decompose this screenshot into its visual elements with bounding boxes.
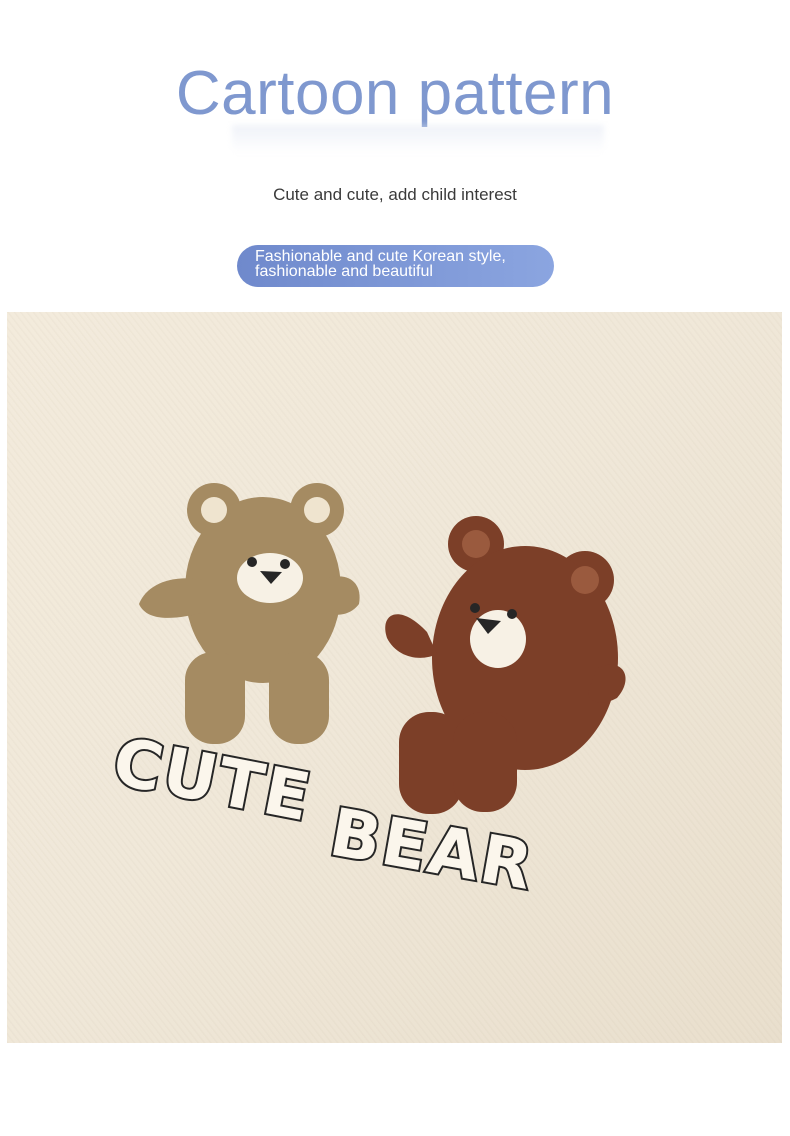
- feature-badge-text: Fashionable and cute Korean style, fashi…: [255, 248, 506, 280]
- bear-print-illustration: CUTE BEAR: [105, 483, 626, 907]
- page-title: Cartoon pattern: [175, 59, 615, 128]
- title-area: Cartoon pattern: [0, 54, 790, 134]
- bear-left: [139, 483, 360, 744]
- feature-badge: Fashionable and cute Korean style, fashi…: [237, 245, 554, 287]
- print-word-bear: BEAR: [324, 794, 540, 905]
- subtitle: Cute and cute, add child interest: [273, 185, 517, 204]
- product-photo: CUTE BEAR: [7, 312, 782, 1043]
- title-reflection: [232, 125, 604, 153]
